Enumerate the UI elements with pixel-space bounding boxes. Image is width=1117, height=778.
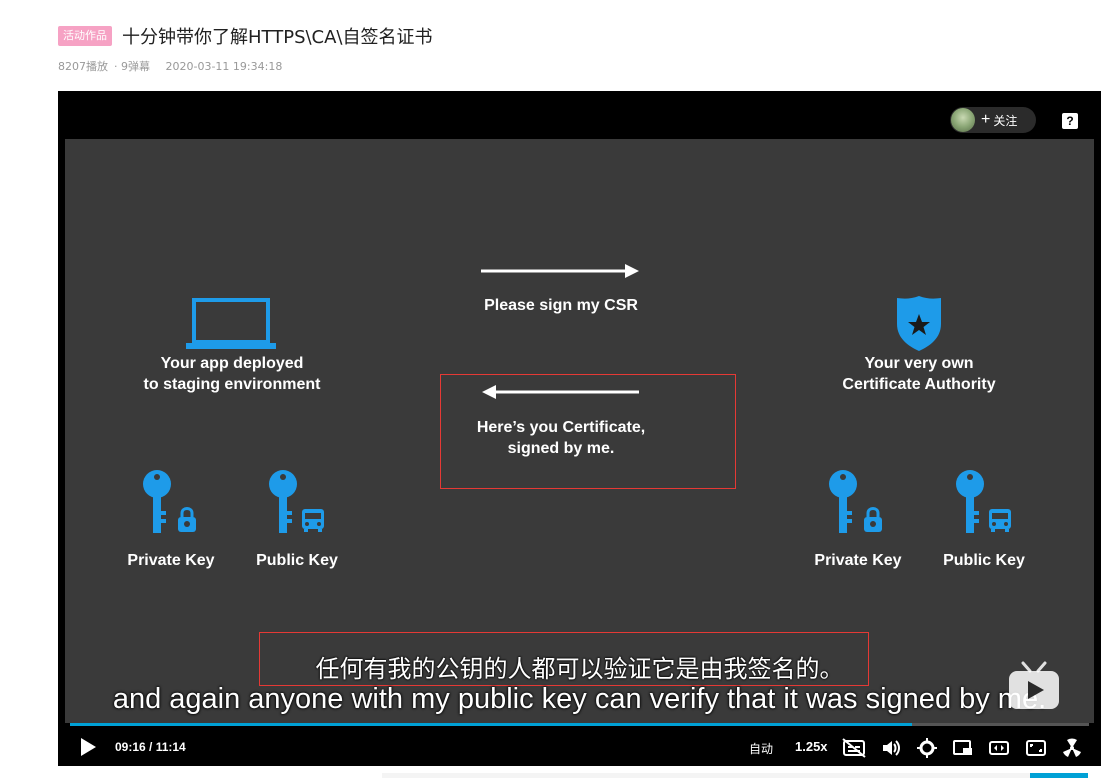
subtitle-toggle-icon[interactable] xyxy=(842,738,866,758)
video-player[interactable]: + 关注 ? Your app deployed to staging envi… xyxy=(58,91,1101,766)
bilibili-tv-icon[interactable] xyxy=(1007,659,1061,713)
follow-button[interactable]: + 关注 xyxy=(950,107,1036,133)
help-icon[interactable]: ? xyxy=(1062,113,1078,129)
control-bar: 09:16 / 11:14 自动 1.25x xyxy=(58,731,1101,766)
certificate-highlight-box xyxy=(440,374,736,489)
widescreen-icon[interactable] xyxy=(988,738,1010,758)
video-title: 十分钟带你了解HTTPS\CA\自签名证书 xyxy=(122,27,433,48)
public-key-bus-icon xyxy=(956,470,1011,533)
send-button-strip[interactable] xyxy=(1030,773,1088,778)
quality-selector[interactable]: 自动 xyxy=(749,740,773,757)
fullscreen-icon[interactable] xyxy=(1061,738,1083,758)
picture-in-picture-icon[interactable] xyxy=(952,738,974,758)
private-key-lock-icon xyxy=(829,470,882,533)
activity-badge[interactable]: 活动作品 xyxy=(58,26,112,46)
laptop-icon xyxy=(186,298,276,349)
ca-label: Your very own Certificate Authority xyxy=(842,355,996,393)
volume-icon[interactable] xyxy=(881,738,901,758)
progress-bar[interactable] xyxy=(70,723,1089,726)
play-icon[interactable] xyxy=(78,737,98,757)
subtitle-english: and again anyone with my public key can … xyxy=(112,683,1047,715)
video-meta: 8207播放 · 9弹幕 2020-03-11 19:34:18 xyxy=(58,58,288,74)
uploader-avatar[interactable] xyxy=(951,108,975,132)
app-label: Your app deployed to staging environment xyxy=(143,355,321,393)
plus-icon: + xyxy=(981,111,991,128)
police-badge-icon xyxy=(897,296,941,351)
web-fullscreen-icon[interactable] xyxy=(1025,738,1047,758)
playback-speed[interactable]: 1.25x xyxy=(795,739,828,754)
time-display: 09:16 / 11:14 xyxy=(115,740,186,754)
left-private-key-label: Private Key xyxy=(127,552,215,569)
arrow-right-icon xyxy=(481,264,639,278)
left-public-key-label: Public Key xyxy=(256,552,338,569)
right-public-key-label: Public Key xyxy=(943,552,1025,569)
settings-gear-icon[interactable] xyxy=(917,738,937,758)
right-private-key-label: Private Key xyxy=(814,552,902,569)
video-title-row: 活动作品 十分钟带你了解HTTPS\CA\自签名证书 xyxy=(58,24,433,48)
play-count: 8207播放 xyxy=(58,60,108,73)
subtitle-chinese: 任何有我的公钥的人都可以验证它是由我签名的。 xyxy=(315,655,844,683)
csr-label: Please sign my CSR xyxy=(484,297,638,314)
public-key-bus-icon xyxy=(269,470,324,533)
publish-date: 2020-03-11 19:34:18 xyxy=(165,60,283,73)
comment-bar-strip xyxy=(382,773,1030,778)
private-key-lock-icon xyxy=(143,470,196,533)
follow-label: 关注 xyxy=(993,113,1018,128)
danmaku-count: · 9弹幕 xyxy=(114,60,150,73)
progress-fill xyxy=(70,723,912,726)
